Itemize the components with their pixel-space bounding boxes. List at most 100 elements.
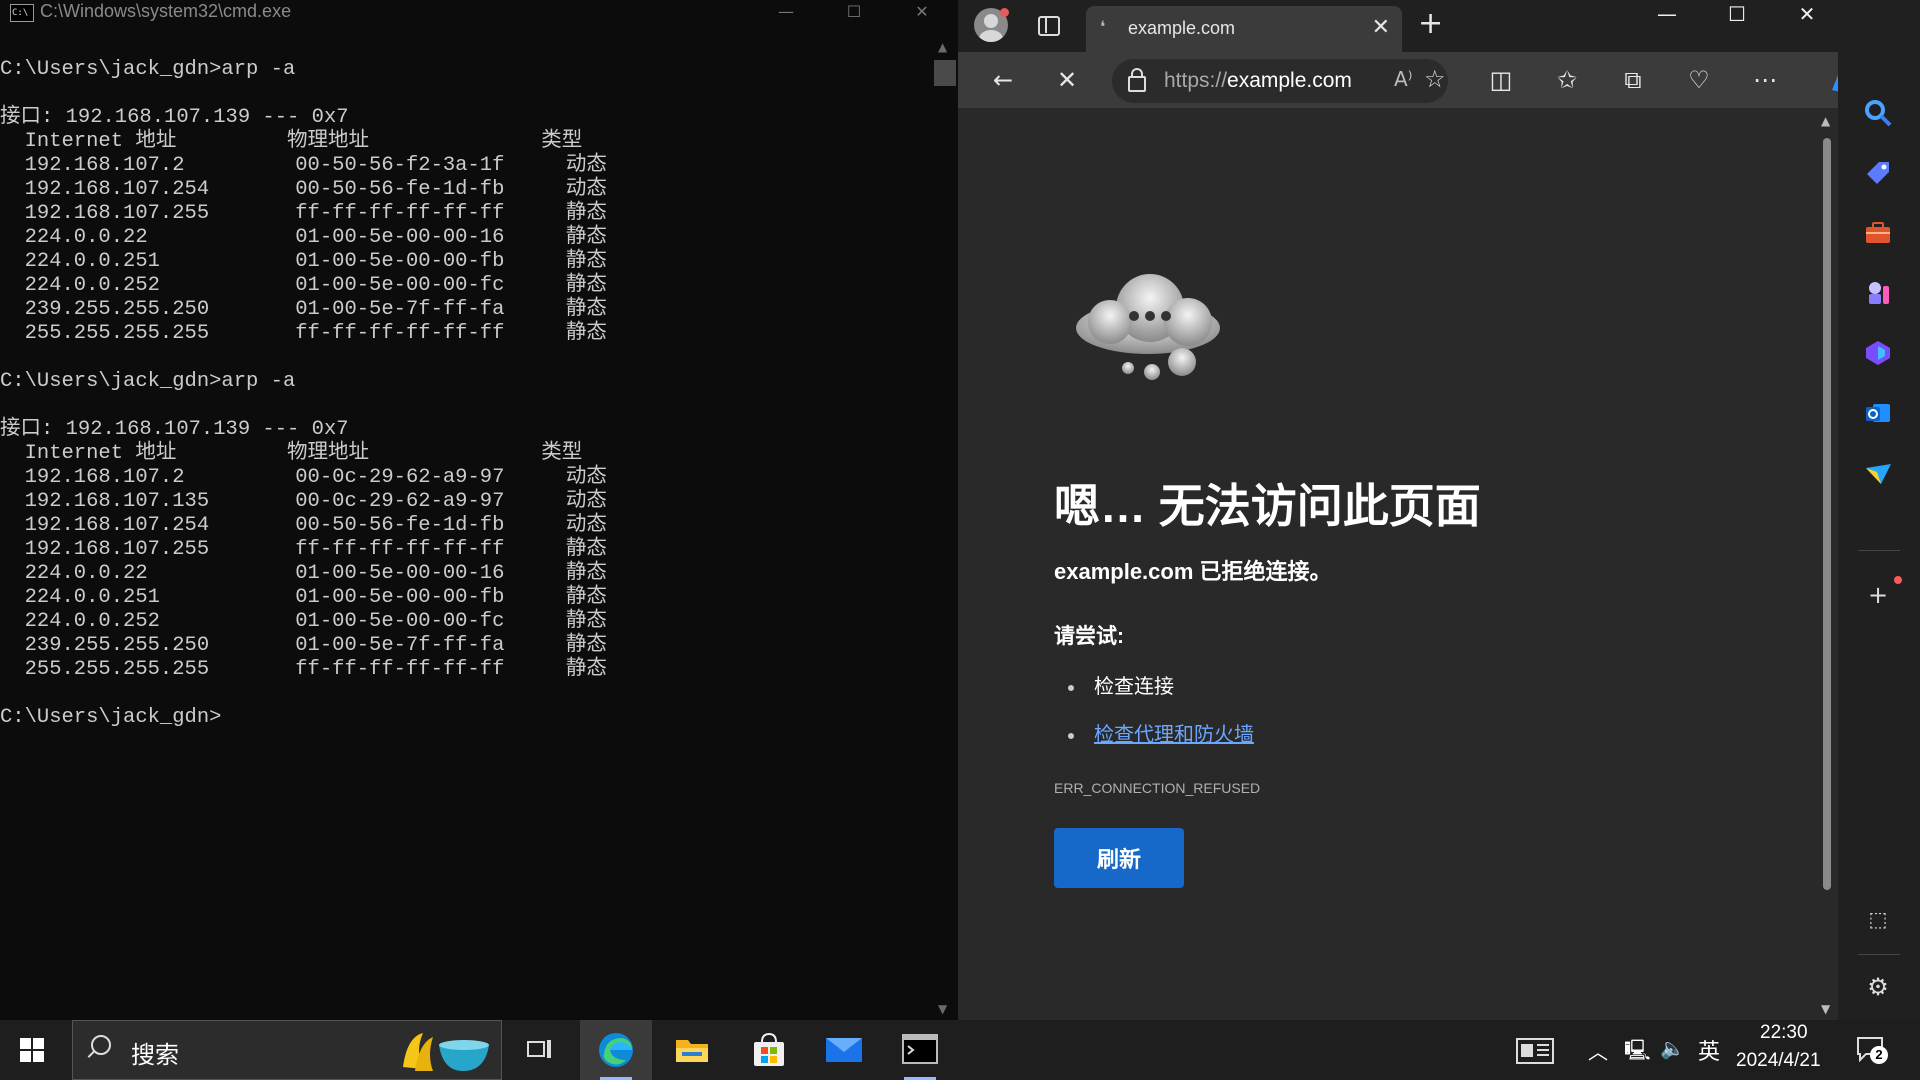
news-widget-icon[interactable] [1500, 1020, 1572, 1080]
tools-icon[interactable] [1860, 218, 1896, 254]
console-line: 224.0.0.252 01-00-5e-00-00-fc 静态 [0, 610, 607, 633]
taskbar-search-box[interactable]: 搜索 [72, 1020, 502, 1080]
cmd-window-title: C:\Windows\system32\cmd.exe [40, 1, 292, 21]
notification-center-icon[interactable]: 2 [1856, 1036, 1888, 1064]
console-line: 224.0.0.22 01-00-5e-00-00-16 静态 [0, 562, 607, 585]
console-line: Internet 地址 物理地址 类型 [0, 130, 583, 153]
tab-actions-icon[interactable] [1036, 12, 1062, 38]
browser-minimize-button[interactable]: — [1632, 0, 1702, 34]
suggestion-check-proxy-firewall[interactable]: 检查代理和防火墙 [1068, 718, 1254, 747]
error-heading: 嗯… 无法访问此页面 [1054, 480, 1481, 532]
clock-time[interactable]: 22:30 [1760, 1022, 1808, 1044]
mail-icon[interactable] [808, 1020, 880, 1080]
lock-icon[interactable] [1128, 68, 1146, 92]
cmd-scrollbar[interactable]: ▲ ▼ [932, 34, 958, 1020]
cmd-minimize-button[interactable]: — [756, 0, 816, 26]
browser-maximize-button[interactable]: ☐ [1702, 0, 1772, 34]
browser-essentials-icon[interactable]: ♡ [1682, 64, 1716, 98]
split-screen-icon[interactable]: ◫ [1484, 64, 1518, 98]
console-line: 239.255.255.250 01-00-5e-7f-ff-fa 静态 [0, 298, 607, 321]
console-line: 接口: 192.168.107.139 --- 0x7 [0, 106, 349, 129]
more-options-icon[interactable]: ⋯ [1748, 64, 1782, 98]
check-proxy-firewall-link[interactable]: 检查代理和防火墙 [1094, 724, 1254, 746]
loading-icon: ❛ [1100, 17, 1106, 36]
console-line: 239.255.255.250 01-00-5e-7f-ff-fa 静态 [0, 634, 607, 657]
cmd-close-button[interactable]: ✕ [892, 0, 952, 26]
sidebar-separator [1858, 550, 1900, 551]
console-line: 192.168.107.254 00-50-56-fe-1d-fb 动态 [0, 178, 607, 201]
try-label: 请尝试: [1054, 625, 1124, 648]
settings-icon[interactable]: ⚙ [1860, 970, 1896, 1006]
back-arrow-icon[interactable]: ← [986, 64, 1020, 98]
screenshot-icon[interactable]: ⬚ [1860, 902, 1896, 938]
tab-close-icon[interactable]: ✕ [1372, 15, 1390, 40]
refresh-button[interactable]: 刷新 [1054, 828, 1184, 888]
console-line: Internet 地址 物理地址 类型 [0, 442, 583, 465]
page-scrollbar[interactable]: ▲ ▼ [1818, 108, 1836, 1020]
edge-sidebar: + ⬚ ⚙ [1838, 52, 1920, 1020]
input-method-indicator[interactable]: 英 [1698, 1034, 1720, 1066]
clock-date[interactable]: 2024/4/21 [1736, 1050, 1821, 1072]
collections-icon[interactable]: ⧉ [1616, 64, 1650, 98]
scroll-up-icon[interactable]: ▲ [938, 40, 947, 54]
cmd-app-icon: C:\ [10, 4, 34, 22]
favorites-icon[interactable]: ✩ [1550, 64, 1584, 98]
cmd-maximize-button[interactable]: ☐ [824, 0, 884, 26]
stop-loading-icon[interactable]: ✕ [1050, 64, 1084, 98]
search-highlight-illustration-icon [403, 1033, 489, 1071]
address-bar[interactable]: https://example.com A⁾ ☆ [1112, 59, 1448, 103]
profile-notification-dot [1000, 8, 1009, 17]
cmd-console-output[interactable]: C:\Users\jack_gdn>arp -a 接口: 192.168.107.… [0, 38, 930, 1020]
task-view-icon[interactable] [504, 1020, 576, 1080]
taskbar-edge-icon[interactable] [580, 1020, 652, 1080]
console-line: 192.168.107.2 00-0c-29-62-a9-97 动态 [0, 466, 607, 489]
cmd-titlebar[interactable]: C:\ C:\Windows\system32\cmd.exe — ☐ ✕ [0, 0, 958, 34]
console-line: C:\Users\jack_gdn> [0, 706, 222, 729]
console-line: 192.168.107.2 00-50-56-f2-3a-1f 动态 [0, 154, 607, 177]
taskbar-search-text: 搜索 [131, 1042, 179, 1069]
shopping-tag-icon[interactable] [1860, 158, 1896, 194]
volume-icon[interactable]: 🔈 [1660, 1036, 1685, 1061]
tab-title: example.com [1128, 18, 1236, 38]
scroll-down-icon[interactable]: ▼ [1821, 1002, 1830, 1016]
cmd-window[interactable]: C:\ C:\Windows\system32\cmd.exe — ☐ ✕ C:… [0, 0, 958, 1020]
windows-start-icon[interactable] [20, 1038, 44, 1062]
bullet-icon [1068, 732, 1074, 739]
network-icon[interactable]: 🖳 [1624, 1036, 1651, 1070]
console-line: C:\Users\jack_gdn>arp -a [0, 58, 296, 81]
read-aloud-icon[interactable]: A⁾ [1394, 67, 1413, 91]
chevron-up-icon[interactable]: ︿ [1588, 1036, 1608, 1065]
send-icon[interactable] [1860, 458, 1896, 494]
file-explorer-icon[interactable] [656, 1020, 728, 1080]
page-scroll-thumb[interactable] [1823, 138, 1831, 890]
office-icon[interactable] [1860, 338, 1896, 374]
microsoft-store-icon[interactable] [732, 1020, 804, 1080]
search-icon [91, 1035, 111, 1055]
tab-example-com[interactable]: ❛ example.com ✕ [1086, 6, 1402, 52]
cloud-icon [1076, 274, 1220, 380]
console-line: 192.168.107.135 00-0c-29-62-a9-97 动态 [0, 490, 607, 513]
scroll-down-icon[interactable]: ▼ [938, 1002, 947, 1016]
new-tab-button[interactable]: + [1418, 6, 1443, 41]
outlook-icon[interactable] [1860, 398, 1896, 434]
address-url[interactable]: https://example.com [1164, 69, 1352, 93]
browser-window[interactable]: ❛ example.com ✕ + — ☐ ✕ ← ✕ https://exam… [958, 0, 1920, 1020]
console-line: C:\Users\jack_gdn>arp -a [0, 370, 296, 393]
taskbar: 搜索 ︿ 🖳 🔈 英 22:30 2024/4/21 2 [0, 1020, 1920, 1080]
search-icon[interactable] [1860, 98, 1896, 134]
taskbar-cmd-icon[interactable] [884, 1020, 956, 1080]
notification-count-badge: 2 [1870, 1046, 1888, 1064]
cmd-scroll-thumb[interactable] [934, 60, 956, 86]
scroll-up-icon[interactable]: ▲ [1821, 114, 1830, 128]
console-line: 接口: 192.168.107.139 --- 0x7 [0, 418, 349, 441]
games-icon[interactable] [1860, 278, 1896, 314]
error-page: 嗯… 无法访问此页面 example.com 已拒绝连接。 请尝试: 检查连接 … [958, 108, 1816, 1020]
browser-toolbar: ← ✕ https://example.com A⁾ ☆ ◫ ✩ ⧉ ♡ ⋯ [958, 52, 1920, 108]
console-line: 224.0.0.252 01-00-5e-00-00-fc 静态 [0, 274, 607, 297]
console-line: 192.168.107.255 ff-ff-ff-ff-ff-ff 静态 [0, 202, 607, 225]
browser-close-button[interactable]: ✕ [1772, 0, 1842, 34]
add-icon[interactable]: + [1860, 578, 1896, 614]
favorite-star-icon[interactable]: ☆ [1424, 65, 1446, 93]
